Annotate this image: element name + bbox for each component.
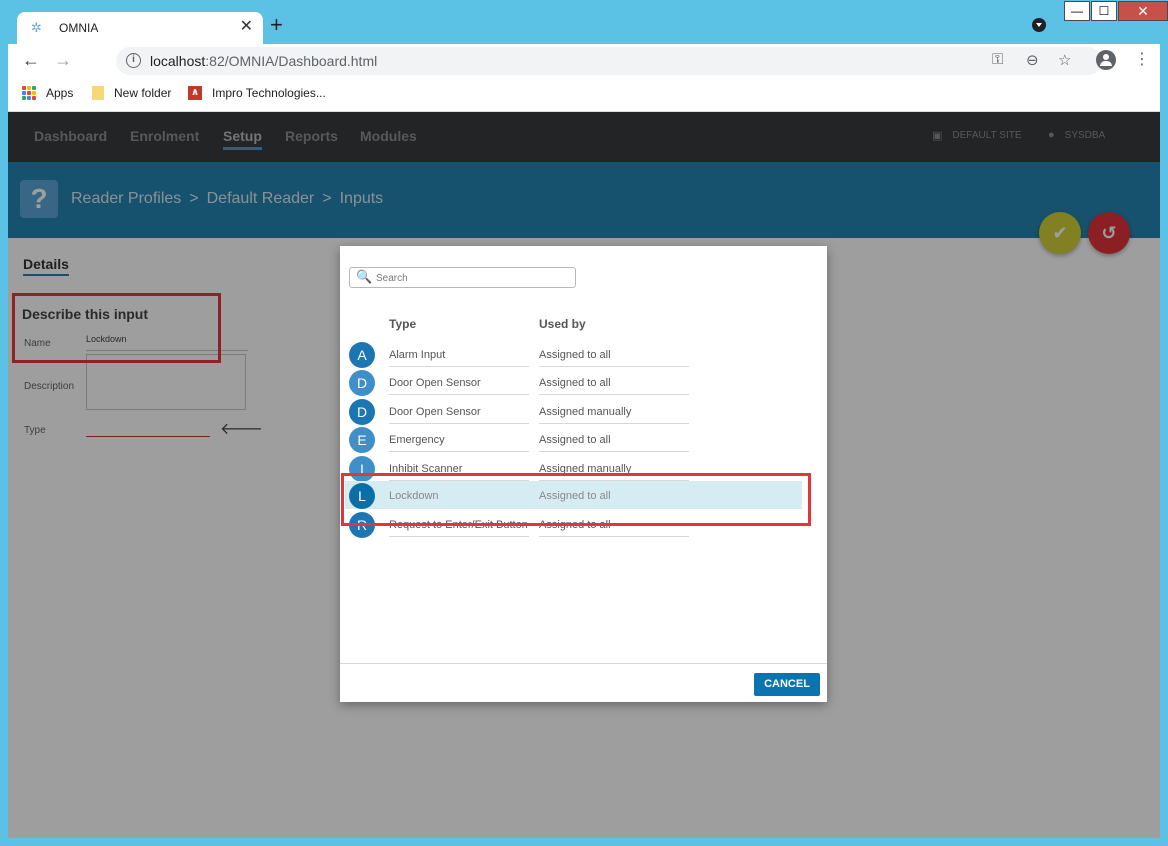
- search-box: 🔍: [349, 267, 576, 288]
- letter-badge: A: [349, 342, 375, 368]
- bookmark-label: Impro Technologies...: [212, 86, 326, 100]
- key-icon[interactable]: ⚿: [992, 51, 1003, 68]
- list-item[interactable]: E Emergency Assigned to all: [340, 425, 827, 453]
- close-window-button[interactable]: ✕: [1118, 1, 1168, 21]
- zoom-icon[interactable]: ⊖: [1026, 51, 1039, 69]
- row-type: Door Open Sensor: [389, 406, 529, 424]
- row-type: Alarm Input: [389, 349, 529, 367]
- letter-badge: D: [349, 399, 375, 425]
- maximize-button[interactable]: ☐: [1091, 1, 1117, 21]
- tab-close-icon[interactable]: ✕: [240, 18, 253, 36]
- row-type: Emergency: [389, 434, 529, 452]
- back-arrow-icon[interactable]: ←: [22, 51, 40, 69]
- search-icon: 🔍: [356, 269, 373, 284]
- letter-badge: D: [349, 370, 375, 396]
- annotation-highlight-lockdown: [341, 473, 811, 526]
- new-tab-button[interactable]: +: [270, 14, 283, 36]
- folder-icon: [92, 86, 104, 100]
- address-bar[interactable]: i localhost:82/OMNIA/Dashboard.html ⚿ ⊖ …: [116, 47, 1102, 75]
- site-info-icon[interactable]: i: [126, 53, 141, 68]
- apps-grid-icon: [22, 86, 36, 100]
- cancel-button[interactable]: CANCEL: [754, 673, 820, 696]
- bookmark-label: Apps: [46, 86, 74, 100]
- account-icon[interactable]: [1096, 50, 1116, 70]
- media-control-icon[interactable]: [1032, 18, 1046, 32]
- impro-logo-icon: ∧: [188, 86, 202, 100]
- row-type: Door Open Sensor: [389, 377, 529, 395]
- browser-title-bar: ✲ OMNIA ✕ + — ☐ ✕: [8, 1, 1168, 44]
- bookmark-label: New folder: [114, 86, 172, 100]
- omnia-favicon-icon: ✲: [31, 20, 42, 35]
- letter-badge: E: [349, 427, 375, 453]
- row-used-by: Assigned to all: [539, 377, 689, 395]
- list-item[interactable]: D Door Open Sensor Assigned to all: [340, 368, 827, 396]
- search-input[interactable]: [376, 271, 571, 285]
- bookmark-apps[interactable]: Apps: [22, 86, 73, 100]
- bookmark-star-icon[interactable]: ☆: [1058, 51, 1071, 69]
- browser-menu-icon[interactable]: ⋮: [1134, 50, 1150, 70]
- list-item[interactable]: A Alarm Input Assigned to all: [340, 340, 827, 368]
- browser-toolbar: ← → i localhost:82/OMNIA/Dashboard.html …: [8, 44, 1160, 78]
- minimize-button[interactable]: —: [1064, 1, 1090, 21]
- list-item[interactable]: D Door Open Sensor Assigned manually: [340, 397, 827, 425]
- dialog-footer-divider: [340, 663, 827, 664]
- row-used-by: Assigned manually: [539, 406, 689, 424]
- forward-arrow-icon[interactable]: →: [54, 51, 72, 69]
- row-used-by: Assigned to all: [539, 434, 689, 452]
- column-header-used-by: Used by: [539, 317, 586, 331]
- tab-title: OMNIA: [59, 21, 99, 35]
- browser-tab[interactable]: ✲ OMNIA ✕: [17, 12, 263, 44]
- column-header-type: Type: [389, 317, 417, 331]
- row-used-by: Assigned to all: [539, 349, 689, 367]
- bookmark-new-folder[interactable]: New folder: [92, 86, 171, 100]
- bookmark-impro[interactable]: ∧ Impro Technologies...: [188, 86, 326, 100]
- url-text[interactable]: localhost:82/OMNIA/Dashboard.html: [150, 53, 377, 69]
- bookmarks-bar: Apps New folder ∧ Impro Technologies...: [8, 78, 1160, 112]
